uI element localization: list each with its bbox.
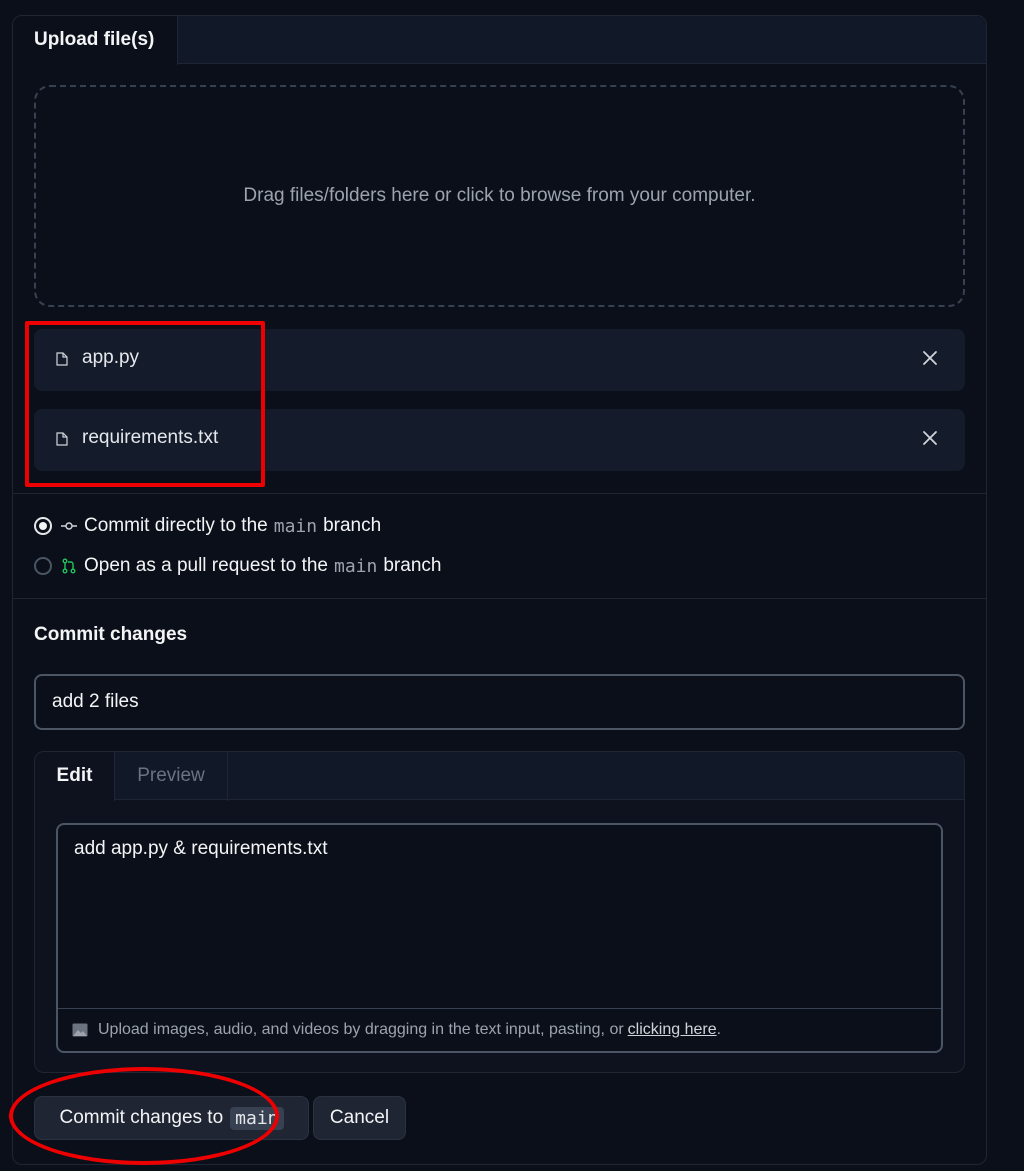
description-box: add app.py & requirements.txt Upload ima… (56, 823, 943, 1053)
upload-hint-end: . (716, 1021, 722, 1038)
tab-preview[interactable]: Preview (115, 752, 228, 801)
commit-changes-button[interactable]: Commit changes to main (34, 1096, 309, 1140)
commit-direct-suffix: branch (323, 515, 382, 536)
remove-file-button[interactable] (919, 428, 941, 450)
commit-icon (60, 517, 78, 535)
close-icon (923, 351, 937, 365)
remove-file-button[interactable] (919, 348, 941, 370)
image-icon (72, 1023, 88, 1037)
file-item: requirements.txt (34, 409, 965, 471)
tab-upload-files[interactable]: Upload file(s) (13, 16, 178, 65)
branch-name: main (334, 555, 378, 577)
pull-request-icon (60, 557, 78, 575)
commit-direct-label: Commit directly to the (84, 515, 268, 536)
media-upload-hint: Upload images, audio, and videos by drag… (58, 1008, 941, 1051)
divider (13, 493, 986, 494)
commit-description-editor: Edit Preview add app.py & requirements.t… (34, 751, 965, 1073)
commit-button-label: Commit changes to (59, 1107, 224, 1128)
editor-tab-bar: Edit Preview (35, 752, 964, 801)
commit-section-title: Commit changes (34, 624, 188, 645)
file-item: app.py (34, 329, 965, 391)
pull-request-option[interactable]: Open as a pull request to the main branc… (34, 553, 441, 579)
upload-hint-text: Upload images, audio, and videos by drag… (98, 1021, 624, 1038)
upload-clicking-here-link[interactable]: clicking here (628, 1021, 717, 1039)
upload-panel: Upload file(s) Drag files/folders here o… (9, 15, 987, 1165)
pull-request-suffix: branch (383, 555, 442, 576)
file-name: requirements.txt (82, 427, 219, 448)
file-icon (56, 352, 68, 366)
divider (13, 598, 986, 599)
commit-direct-radio[interactable] (34, 517, 52, 535)
commit-direct-option[interactable]: Commit directly to the main branch (34, 513, 381, 539)
tab-edit[interactable]: Edit (35, 752, 115, 801)
pull-request-radio[interactable] (34, 557, 52, 575)
commit-summary-input[interactable] (34, 674, 965, 730)
file-icon (56, 432, 68, 446)
file-dropzone[interactable]: Drag files/folders here or click to brow… (34, 85, 965, 307)
branch-name: main (273, 515, 318, 537)
cancel-button-label: Cancel (329, 1107, 390, 1128)
close-icon (923, 431, 937, 445)
pull-request-label: Open as a pull request to the (84, 555, 328, 576)
panel-tab-bar: Upload file(s) (13, 16, 986, 65)
commit-button-branch: main (230, 1106, 284, 1130)
file-name: app.py (82, 347, 140, 368)
commit-description-textarea[interactable]: add app.py & requirements.txt (58, 825, 941, 1008)
cancel-button[interactable]: Cancel (313, 1096, 406, 1140)
dropzone-text: Drag files/folders here or click to brow… (243, 185, 756, 206)
